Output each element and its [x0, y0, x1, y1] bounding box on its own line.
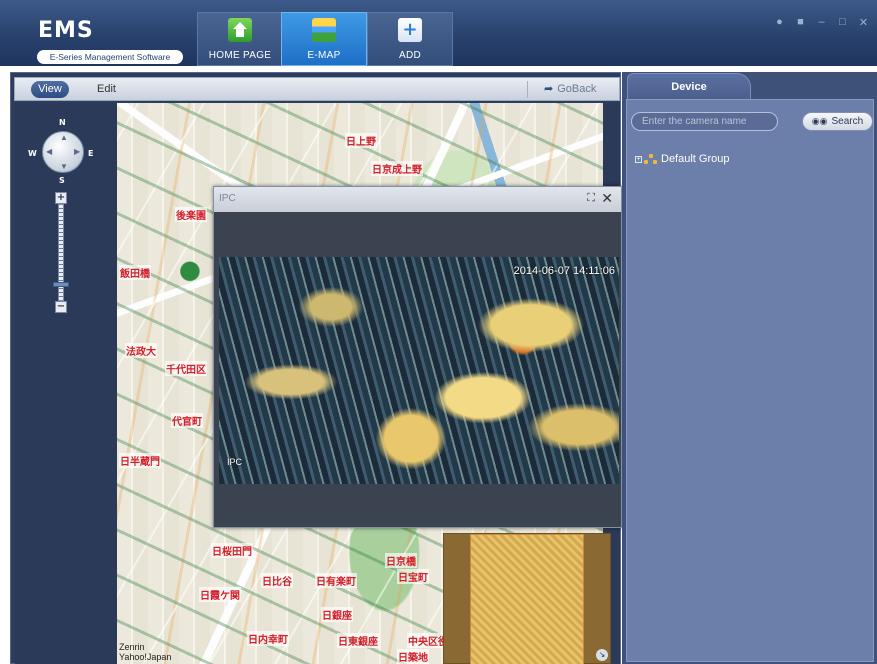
minimize-icon[interactable]: –: [816, 16, 827, 29]
device-panel: Device Enter the camera name ◉◉ Search + …: [622, 72, 877, 664]
view-button[interactable]: View: [31, 81, 69, 98]
map-label: 日宝町: [397, 569, 429, 584]
map-label: 千代田区: [165, 361, 207, 376]
expand-icon[interactable]: +: [635, 155, 642, 163]
minimap-viewport: [470, 534, 584, 664]
map-label: 日半蔵門: [119, 453, 161, 468]
compass-east: E: [88, 149, 94, 158]
map-label: 日比谷: [261, 573, 293, 588]
maximize-icon[interactable]: □: [837, 16, 848, 29]
goback-arrow-icon: ➦: [544, 83, 554, 95]
video-timestamp: 2014-06-07 14:11:06: [513, 265, 615, 277]
map-label: 日霞ケ関: [199, 587, 241, 602]
tab-e-map[interactable]: E-MAP: [281, 12, 367, 66]
edit-button[interactable]: Edit: [97, 81, 116, 98]
map-label: 飯田橋: [119, 265, 151, 280]
toolbar-divider: [527, 81, 528, 98]
user-icon[interactable]: ●: [774, 16, 785, 29]
zoom-out-button[interactable]: −: [55, 301, 67, 313]
pan-right-icon[interactable]: ▶: [74, 147, 80, 156]
map-toolbar: View Edit ➦ GoBack: [14, 77, 620, 101]
map-label: 法政大: [125, 343, 157, 358]
map-label: 日桜田門: [211, 543, 253, 558]
map-label: 日京橋: [385, 553, 417, 568]
top-bar: EMS E-Series Management Software HOME PA…: [0, 0, 877, 66]
close-icon[interactable]: ✕: [858, 16, 869, 29]
compass-south: S: [59, 176, 65, 185]
zoom-slider-thumb[interactable]: [53, 282, 69, 287]
tab-home-page[interactable]: HOME PAGE: [197, 12, 283, 66]
goback-label: GoBack: [557, 83, 597, 95]
goback-button[interactable]: ➦ GoBack: [544, 81, 596, 98]
tab-e-map-label: E-MAP: [307, 50, 341, 61]
map-credit-line1: Zenrin: [119, 642, 145, 652]
compass-west: W: [28, 149, 37, 158]
video-camera-label: IPC: [227, 457, 243, 467]
app-logo: EMS E-Series Management Software: [10, 6, 183, 64]
logo-subtitle: E-Series Management Software: [37, 50, 183, 64]
tab-add-label: ADD: [398, 50, 421, 61]
map-nav-control: N W E S ▲ ▼ ◀ ▶ + −: [22, 118, 102, 318]
logo-title: EMS: [38, 18, 94, 43]
map-label: 日銀座: [321, 607, 353, 622]
search-button[interactable]: ◉◉ Search: [802, 112, 873, 131]
map-label: 後楽園: [175, 207, 207, 222]
tab-device[interactable]: Device: [627, 73, 751, 99]
video-feed[interactable]: 2014-06-07 14:11:06 IPC: [219, 257, 619, 484]
add-icon: +: [398, 18, 422, 42]
device-panel-body: Enter the camera name ◉◉ Search + Default…: [626, 99, 874, 662]
map-credit: Zenrin Yahoo!Japan: [119, 642, 171, 662]
pan-pad[interactable]: ▲ ▼ ◀ ▶: [42, 131, 84, 173]
pan-left-icon[interactable]: ◀: [46, 147, 52, 156]
pan-down-icon[interactable]: ▼: [60, 162, 68, 171]
map-label: 日築地: [397, 649, 429, 664]
map-label: 日東銀座: [337, 633, 379, 648]
pan-up-icon[interactable]: ▲: [60, 133, 68, 142]
search-button-label: Search: [831, 116, 864, 127]
map-label: 日内幸町: [247, 631, 289, 646]
minimap-toggle-icon[interactable]: ↘: [596, 649, 608, 661]
popup-titlebar[interactable]: IPC ⛶ ✕: [214, 187, 621, 212]
tree-item-default-group[interactable]: + Default Group: [635, 153, 729, 165]
map-icon: [312, 18, 336, 42]
map-credit-line2: Yahoo!Japan: [119, 652, 172, 662]
overview-minimap[interactable]: ↘: [443, 533, 611, 664]
tree-item-label: Default Group: [661, 153, 730, 165]
map-label: 日有楽町: [315, 573, 357, 588]
maximize-icon[interactable]: ⛶: [587, 192, 595, 205]
close-icon[interactable]: ✕: [601, 190, 613, 207]
map-label: 代官町: [171, 413, 203, 428]
map-label: 日上野: [345, 133, 377, 148]
popup-title: IPC: [219, 193, 236, 204]
camera-search-input[interactable]: Enter the camera name: [631, 112, 778, 131]
video-popup[interactable]: IPC ⛶ ✕ 2014-06-07 14:11:06 IPC: [213, 186, 622, 528]
lock-icon[interactable]: ■: [795, 16, 806, 29]
binoculars-icon: ◉◉: [811, 116, 828, 126]
group-icon: [644, 153, 658, 165]
tab-add[interactable]: + ADD: [367, 12, 453, 66]
zoom-in-button[interactable]: +: [55, 192, 67, 204]
map-label: 日京成上野: [371, 161, 423, 176]
tab-home-page-label: HOME PAGE: [208, 50, 272, 61]
compass-north: N: [59, 118, 66, 127]
window-controls: ● ■ – □ ✕: [774, 16, 869, 29]
home-icon: [228, 18, 252, 42]
